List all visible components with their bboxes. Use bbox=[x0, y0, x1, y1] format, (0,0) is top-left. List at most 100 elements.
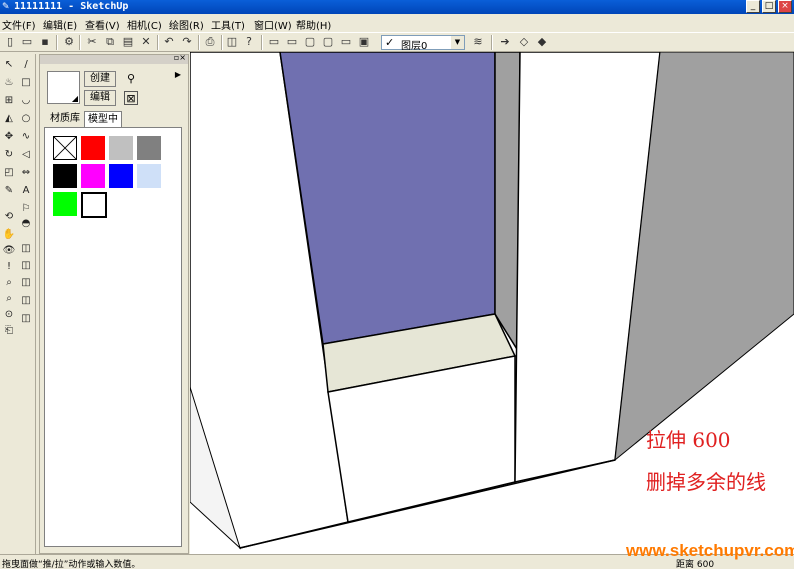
zoom-extents-icon[interactable]: ⊙ bbox=[2, 308, 16, 322]
layer-current-value: 图层0 bbox=[401, 41, 428, 52]
view-iso-icon[interactable]: ◫ bbox=[19, 242, 33, 256]
material-swatch-default[interactable] bbox=[53, 136, 77, 160]
left-tool-palette: ↖ / ♨ □ ⊞ ◡ ◭ ○ ✥ ∿ ↻ ◁ ◰ ⇔ ✎ A ⚐ ⟲ ◓ ✋ … bbox=[0, 54, 36, 554]
material-swatch-black[interactable] bbox=[53, 164, 77, 188]
menu-bar: 文件(F) 编辑(E) 查看(V) 相机(C) 绘图(R) 工具(T) 窗口(W… bbox=[0, 15, 794, 32]
layer-dropdown[interactable]: ✓ 图层0 ▼ bbox=[381, 35, 465, 52]
model-info-icon[interactable]: ⚙ bbox=[62, 35, 76, 49]
make-component-icon[interactable]: ◫ bbox=[225, 35, 239, 49]
pencil-line-icon[interactable]: / bbox=[19, 58, 33, 72]
look-around-icon[interactable]: 👁 bbox=[2, 244, 16, 258]
material-preview: ◢ bbox=[47, 71, 80, 104]
material-swatch-gray[interactable] bbox=[137, 136, 161, 160]
layer-manager-icon[interactable]: ≋ bbox=[471, 35, 485, 49]
view-iso-icon[interactable]: ▭ bbox=[267, 35, 281, 49]
edit-material-button[interactable]: 编辑 bbox=[84, 90, 116, 106]
cut-icon[interactable]: ✂ bbox=[85, 35, 99, 49]
material-swatch-magenta[interactable] bbox=[81, 164, 105, 188]
section-fill-icon[interactable]: ◆ bbox=[535, 35, 549, 49]
create-material-button[interactable]: 创建 bbox=[84, 71, 116, 87]
menu-help[interactable]: 帮助(H) bbox=[296, 17, 331, 32]
tape-measure-icon[interactable]: ✎ bbox=[2, 184, 16, 198]
menu-view[interactable]: 查看(V) bbox=[85, 17, 120, 32]
copy-icon[interactable]: ⧉ bbox=[103, 35, 117, 49]
scale-icon[interactable]: ◰ bbox=[2, 166, 16, 180]
new-file-icon[interactable]: ▯ bbox=[3, 35, 17, 49]
view-front-icon[interactable]: ◫ bbox=[19, 276, 33, 290]
resize-corner-icon: ◢ bbox=[71, 94, 78, 103]
view-right-icon[interactable]: ◫ bbox=[19, 294, 33, 308]
material-swatch-light-gray[interactable] bbox=[109, 136, 133, 160]
eraser-icon[interactable]: ◭ bbox=[2, 112, 16, 126]
axes-icon[interactable]: ⚐ bbox=[19, 202, 33, 216]
view-back-icon[interactable]: ▭ bbox=[339, 35, 353, 49]
zoom-icon[interactable]: ⌕ bbox=[2, 276, 16, 290]
checkmark-icon: ✓ bbox=[385, 36, 395, 49]
default-material-icon[interactable]: ⊠ bbox=[124, 91, 138, 105]
menu-tools[interactable]: 工具(T) bbox=[211, 17, 245, 32]
redo-icon[interactable]: ↷ bbox=[180, 35, 194, 49]
select-arrow-icon[interactable]: ↖ bbox=[2, 58, 16, 72]
drawing-viewport[interactable]: 拉伸 600 删掉多余的线 bbox=[190, 52, 794, 554]
material-swatch-blue[interactable] bbox=[109, 164, 133, 188]
view-top-icon[interactable]: ▭ bbox=[285, 35, 299, 49]
toolbar-separator bbox=[56, 35, 58, 50]
circle-icon[interactable]: ○ bbox=[19, 112, 33, 126]
panel-window-buttons[interactable]: ▫× bbox=[174, 53, 186, 62]
erase-icon[interactable]: ✕ bbox=[139, 35, 153, 49]
panel-details-arrow-icon[interactable]: ▶ bbox=[172, 69, 184, 81]
view-right-icon[interactable]: ▢ bbox=[321, 35, 335, 49]
open-folder-icon[interactable]: ▭ bbox=[20, 35, 34, 49]
dimension-icon[interactable]: ⇔ bbox=[19, 166, 33, 180]
menu-draw[interactable]: 绘图(R) bbox=[169, 17, 204, 32]
print-icon[interactable]: ⎙ bbox=[203, 35, 217, 49]
chevron-down-icon[interactable]: ▼ bbox=[451, 36, 464, 49]
toolbar-separator bbox=[221, 35, 223, 50]
window-title: 11111111 - SketchUp bbox=[14, 1, 129, 12]
menu-camera[interactable]: 相机(C) bbox=[127, 17, 162, 32]
whats-this-icon[interactable]: ? bbox=[242, 35, 256, 49]
annotation-line-1: 拉伸 600 bbox=[646, 428, 731, 452]
material-swatch-translucent-blue[interactable] bbox=[137, 164, 161, 188]
pan-hand-icon[interactable]: ✋ bbox=[2, 228, 16, 242]
walk-icon[interactable]: ! bbox=[2, 260, 16, 274]
paste-icon[interactable]: ▤ bbox=[121, 35, 135, 49]
save-icon[interactable]: ▪ bbox=[38, 35, 52, 49]
walk-arrow-icon[interactable]: ➔ bbox=[498, 35, 512, 49]
protractor-icon[interactable]: ◓ bbox=[19, 217, 33, 231]
material-swatch-white[interactable] bbox=[81, 192, 107, 218]
view-front-icon[interactable]: ▢ bbox=[303, 35, 317, 49]
watermark-text: www.sketchupvr.com bbox=[626, 541, 794, 560]
section-plane-icon[interactable]: ◇ bbox=[517, 35, 531, 49]
window-side-reveal[interactable] bbox=[494, 52, 521, 357]
tab-library[interactable]: 材质库 bbox=[48, 111, 82, 127]
view-left-icon[interactable]: ▣ bbox=[357, 35, 371, 49]
material-swatch-green[interactable] bbox=[53, 192, 77, 216]
previous-view-icon[interactable]: ⎗ bbox=[2, 324, 16, 338]
move-icon[interactable]: ✥ bbox=[2, 130, 16, 144]
view-back-icon[interactable]: ◫ bbox=[19, 312, 33, 326]
orbit-icon[interactable]: ⟲ bbox=[2, 210, 16, 224]
menu-edit[interactable]: 编辑(E) bbox=[43, 17, 77, 32]
polygon-icon[interactable]: ◁ bbox=[19, 148, 33, 162]
maximize-button[interactable]: □ bbox=[762, 0, 776, 13]
material-swatch-red[interactable] bbox=[81, 136, 105, 160]
zoom-window-icon[interactable]: ⌕ bbox=[2, 292, 16, 306]
material-swatch-grid bbox=[44, 127, 182, 547]
close-button[interactable]: × bbox=[778, 0, 792, 13]
tab-in-model[interactable]: 模型中 bbox=[84, 111, 122, 127]
rectangle-icon[interactable]: □ bbox=[19, 76, 33, 90]
eyedropper-icon[interactable]: ⚲ bbox=[124, 72, 138, 86]
rotate-icon[interactable]: ↻ bbox=[2, 148, 16, 162]
view-top-icon[interactable]: ◫ bbox=[19, 259, 33, 273]
arc-icon[interactable]: ◡ bbox=[19, 94, 33, 108]
freehand-icon[interactable]: ∿ bbox=[19, 130, 33, 144]
menu-file[interactable]: 文件(F) bbox=[2, 17, 36, 32]
text-icon[interactable]: A bbox=[19, 184, 33, 198]
menu-window[interactable]: 窗口(W) bbox=[254, 17, 292, 32]
make-component-icon[interactable]: ⊞ bbox=[2, 94, 16, 108]
undo-icon[interactable]: ↶ bbox=[162, 35, 176, 49]
paint-bucket-icon[interactable]: ♨ bbox=[2, 76, 16, 90]
minimize-button[interactable]: _ bbox=[746, 0, 760, 13]
materials-panel: ▫× ◢ 创建 编辑 ⚲ ⊠ ▶ 材质库 模型中 bbox=[39, 53, 189, 554]
